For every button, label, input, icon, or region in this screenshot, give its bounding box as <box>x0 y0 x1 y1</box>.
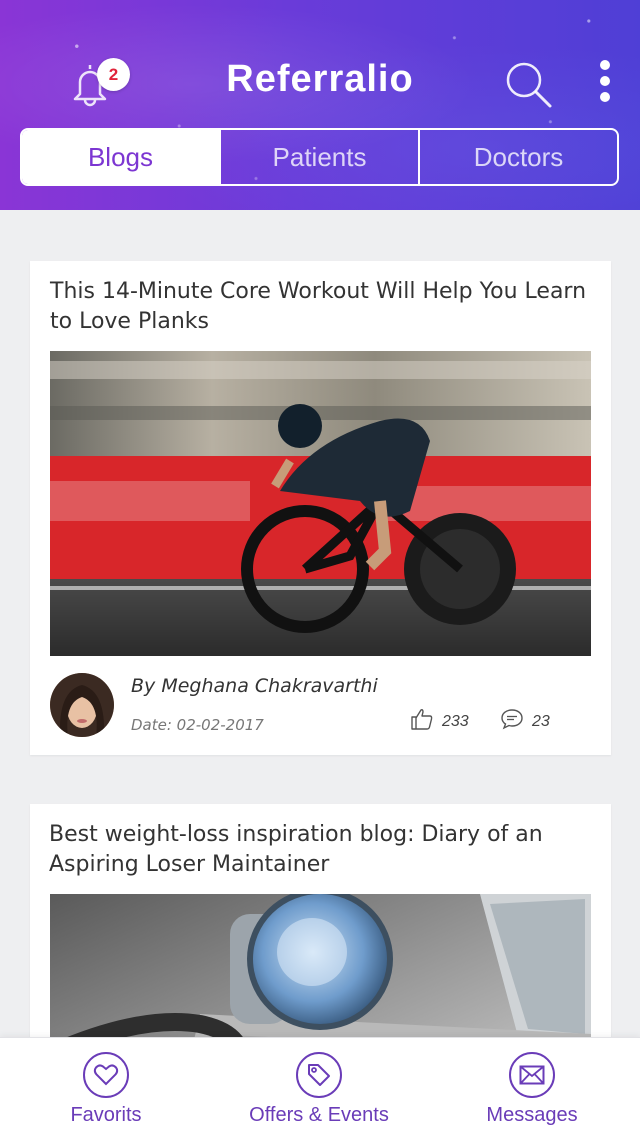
post-date: Date: 02-02-2017 <box>131 716 264 734</box>
nav-label: Offers & Events <box>249 1104 389 1126</box>
blog-image[interactable] <box>50 351 591 656</box>
tab-blogs[interactable]: Blogs <box>22 130 219 184</box>
envelope-icon <box>509 1052 555 1098</box>
bottom-navigation: Favorits Offers & Events Messages <box>0 1037 640 1136</box>
segment-tabs: Blogs Patients Doctors <box>20 128 619 186</box>
dot <box>600 76 610 86</box>
blog-title[interactable]: Best weight-loss inspiration blog: Diary… <box>49 820 589 880</box>
like-button[interactable]: 233 <box>410 707 469 731</box>
app-header: 2 Referralio Blogs Patients Doctors <box>0 0 640 210</box>
like-count: 233 <box>442 713 469 730</box>
app-screen: 2 Referralio Blogs Patients Doctors This… <box>0 0 640 1136</box>
more-vertical-icon[interactable] <box>590 60 620 104</box>
avatar[interactable] <box>50 673 114 737</box>
blog-title[interactable]: This 14-Minute Core Workout Will Help Yo… <box>50 277 590 337</box>
blog-card[interactable]: This 14-Minute Core Workout Will Help Yo… <box>30 261 611 755</box>
comment-count: 23 <box>532 713 550 730</box>
nav-favorites[interactable]: Favorits <box>56 1052 156 1127</box>
dot <box>600 60 610 70</box>
tag-icon <box>296 1052 342 1098</box>
author-name[interactable]: By Meghana Chakravarthi <box>131 675 378 697</box>
tab-doctors[interactable]: Doctors <box>418 130 617 184</box>
tab-patients[interactable]: Patients <box>219 130 418 184</box>
heart-icon <box>83 1052 129 1098</box>
cyclist-racing-photo <box>50 351 591 656</box>
comment-button[interactable]: 23 <box>500 707 550 731</box>
thumbs-up-icon <box>411 709 433 730</box>
search-icon[interactable] <box>502 58 554 110</box>
nav-offers-events[interactable]: Offers & Events <box>234 1052 404 1127</box>
nav-label: Messages <box>486 1104 578 1126</box>
nav-label: Favorits <box>70 1104 142 1126</box>
comment-icon <box>501 709 523 730</box>
nav-messages[interactable]: Messages <box>472 1052 592 1127</box>
author-photo <box>50 673 114 737</box>
dot <box>600 92 610 102</box>
